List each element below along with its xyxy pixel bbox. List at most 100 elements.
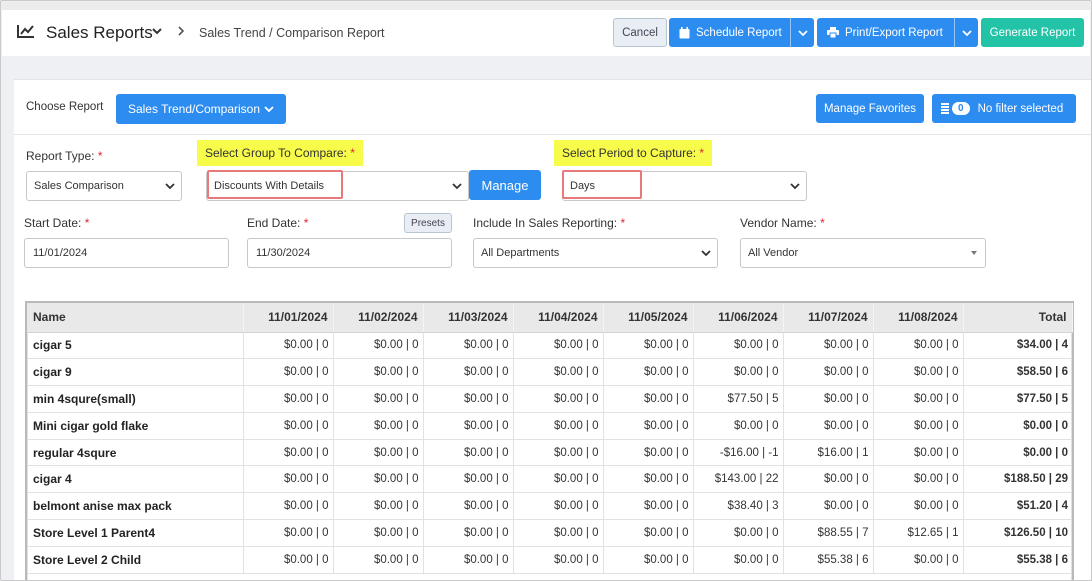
row-value-cell: $0.00 | 0 [603, 358, 694, 387]
filter-button[interactable]: 0 No filter selected [932, 94, 1076, 123]
row-value-cell: -$16.00 | -1 [693, 439, 784, 467]
row-value-cell: $0.00 | 0 [783, 332, 874, 360]
end-date-input[interactable]: 11/30/2024 [247, 238, 452, 268]
row-value-cell: $0.00 | 0 [333, 358, 424, 387]
row-name-cell: Mini cigar gold flake [27, 412, 244, 440]
row-value-cell: $77.50 | 5 [693, 385, 784, 413]
generate-report-button[interactable]: Generate Report [981, 18, 1084, 47]
cancel-button[interactable]: Cancel [613, 18, 667, 47]
row-total-cell: $51.20 | 4 [963, 492, 1072, 521]
column-header-date[interactable]: 11/03/2024 [423, 303, 514, 333]
row-value-cell: $0.00 | 0 [243, 412, 334, 440]
row-value-cell: $12.65 | 1 [873, 519, 964, 547]
chevron-down-icon [797, 29, 808, 36]
row-value-cell: $0.00 | 0 [513, 492, 604, 521]
choose-report-label: Choose Report [26, 101, 104, 113]
chevron-down-icon[interactable] [151, 25, 163, 37]
row-value-cell: $0.00 | 0 [603, 465, 694, 494]
column-header-date[interactable]: 11/07/2024 [783, 303, 874, 333]
row-value-cell: $0.00 | 0 [333, 465, 424, 494]
chevron-down-icon [701, 250, 711, 257]
column-header-date[interactable]: 11/01/2024 [243, 303, 334, 333]
row-value-cell: $0.00 | 0 [513, 332, 604, 360]
print-export-button[interactable]: Print/Export Report [817, 18, 978, 47]
row-value-cell: $0.00 | 0 [423, 332, 514, 360]
table-row[interactable]: Mini cigar gold flake $0.00 | 0 $0.00 | 0 $… [27, 412, 1072, 440]
table-row[interactable]: cigar 4 $0.00 | 0 $0.00 | 0 $0.00 | 0 $0.00 … [27, 465, 1072, 494]
row-total-cell: $58.50 | 6 [963, 358, 1072, 387]
page-title[interactable]: Sales Reports [46, 23, 153, 43]
row-value-cell: $0.00 | 0 [243, 332, 334, 360]
row-value-cell: $0.00 | 0 [603, 439, 694, 467]
column-header-date[interactable]: 11/06/2024 [693, 303, 784, 333]
table-row[interactable]: cigar 9 $0.00 | 0 $0.00 | 0 $0.00 | 0 $0.00 … [27, 358, 1072, 387]
row-value-cell: $0.00 | 0 [513, 385, 604, 413]
end-date-label: End Date: * [247, 216, 309, 230]
include-sales-select[interactable]: All Departments [473, 238, 718, 268]
row-value-cell: $0.00 | 0 [513, 519, 604, 547]
filter-count-badge: 0 [952, 102, 970, 115]
report-panel: Choose Report Sales Trend/Comparison Man… [14, 79, 1091, 580]
report-table-container[interactable]: Name 11/01/2024 11/02/2024 11/03/2024 11/04/… [25, 301, 1074, 580]
row-total-cell: $0.00 | 0 [963, 412, 1072, 440]
column-header-date[interactable]: 11/04/2024 [513, 303, 604, 333]
filter-label: No filter selected [977, 102, 1064, 115]
filter-list-icon [941, 103, 949, 114]
row-value-cell: $0.00 | 0 [603, 492, 694, 521]
row-name-cell: cigar 9 [27, 358, 244, 387]
row-value-cell: $0.00 | 0 [423, 519, 514, 547]
include-sales-value: All Departments [481, 247, 560, 259]
period-capture-highlight [562, 170, 642, 199]
line-chart-icon [17, 25, 34, 38]
row-value-cell: $0.00 | 0 [873, 358, 964, 387]
breadcrumb: Sales Trend / Comparison Report [199, 26, 385, 40]
row-value-cell: $0.00 | 0 [513, 546, 604, 574]
chevron-down-icon [165, 183, 175, 190]
presets-button[interactable]: Presets [404, 213, 452, 233]
choose-report-dropdown[interactable]: Sales Trend/Comparison [116, 94, 286, 124]
column-header-date[interactable]: 11/05/2024 [603, 303, 694, 333]
chevron-down-icon [790, 183, 800, 190]
table-row[interactable]: regular 4squre $0.00 | 0 $0.00 | 0 $0.00 | … [27, 439, 1072, 467]
table-row[interactable]: Store Level 1 Parent4 $0.00 | 0 $0.00 | 0 $… [27, 519, 1072, 547]
chevron-down-icon [264, 106, 274, 113]
row-name-cell: cigar 4 [27, 465, 244, 494]
row-value-cell: $0.00 | 0 [333, 439, 424, 467]
choose-report-value: Sales Trend/Comparison [127, 102, 261, 116]
group-compare-highlight [207, 170, 343, 199]
column-header-total[interactable]: Total [963, 303, 1073, 333]
row-value-cell: $0.00 | 0 [783, 492, 874, 521]
row-value-cell: $0.00 | 0 [513, 412, 604, 440]
table-row[interactable]: cigar 5 $0.00 | 0 $0.00 | 0 $0.00 | 0 $0.00 … [27, 332, 1072, 360]
table-row[interactable]: Store Level 2 Child $0.00 | 0 $0.00 | 0 $0.… [27, 546, 1072, 574]
row-value-cell: $0.00 | 0 [243, 385, 334, 413]
report-type-select[interactable]: Sales Comparison [26, 171, 182, 201]
table-row[interactable]: belmont anise max pack $0.00 | 0 $0.00 | 0… [27, 492, 1072, 521]
row-value-cell: $0.00 | 0 [423, 439, 514, 467]
row-value-cell: $0.00 | 0 [243, 492, 334, 521]
row-value-cell: $0.00 | 0 [333, 546, 424, 574]
row-name-cell: regular 4squre [27, 439, 244, 467]
schedule-report-dropdown[interactable] [790, 18, 814, 47]
schedule-report-button[interactable]: Schedule Report [669, 18, 814, 47]
row-value-cell: $0.00 | 0 [513, 465, 604, 494]
row-value-cell: $0.00 | 0 [873, 546, 964, 574]
manage-favorites-button[interactable]: Manage Favorites [816, 94, 924, 123]
table-row[interactable]: min 4squre(small) $0.00 | 0 $0.00 | 0 $0.00… [27, 385, 1072, 413]
printer-icon [827, 27, 839, 38]
row-value-cell: $0.00 | 0 [873, 332, 964, 360]
row-value-cell: $0.00 | 0 [423, 412, 514, 440]
start-date-input[interactable]: 11/01/2024 [24, 238, 229, 268]
row-total-cell: $188.50 | 29 [963, 465, 1072, 494]
vendor-name-select[interactable]: All Vendor [740, 238, 986, 268]
schedule-report-label: Schedule Report [696, 26, 782, 39]
column-header-date[interactable]: 11/02/2024 [333, 303, 424, 333]
print-export-dropdown[interactable] [954, 18, 978, 47]
row-value-cell: $0.00 | 0 [333, 492, 424, 521]
row-value-cell: $0.00 | 0 [873, 492, 964, 521]
column-header-name[interactable]: Name [27, 303, 244, 333]
column-header-date[interactable]: 11/08/2024 [873, 303, 964, 333]
report-type-value: Sales Comparison [34, 180, 124, 192]
row-value-cell: $0.00 | 0 [513, 439, 604, 467]
manage-button[interactable]: Manage [469, 170, 541, 200]
